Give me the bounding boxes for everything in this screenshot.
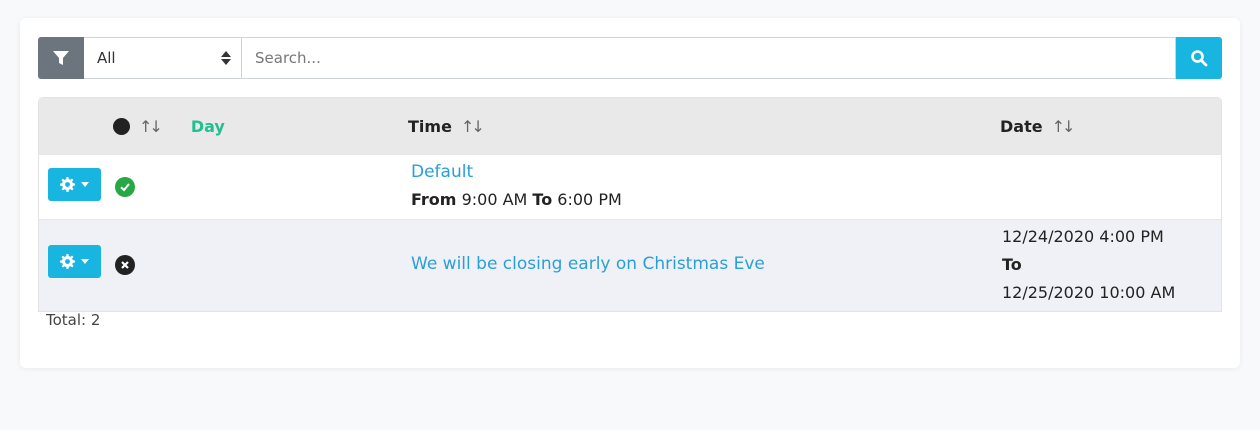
- schedule-link[interactable]: We will be closing early on Christmas Ev…: [411, 251, 765, 278]
- header-day: ↑↓ Day: [113, 98, 225, 154]
- row-actions-button[interactable]: [48, 168, 101, 201]
- sort-icon[interactable]: ↑↓: [1052, 117, 1076, 136]
- search-input[interactable]: [242, 37, 1176, 79]
- filter-select-value: All: [97, 49, 116, 67]
- from-time: 9:00 AM: [461, 190, 528, 209]
- search-icon: [1191, 50, 1208, 67]
- time-cell: We will be closing early on Christmas Ev…: [411, 251, 765, 278]
- header-time[interactable]: Time ↑↓: [408, 98, 485, 154]
- schedule-link[interactable]: Default: [411, 159, 622, 186]
- filter-icon: [53, 51, 69, 65]
- header-day-label[interactable]: Day: [191, 117, 225, 136]
- search-button[interactable]: [1176, 37, 1222, 79]
- time-cell: Default From 9:00 AM To 6:00 PM: [411, 159, 622, 213]
- date-cell: 12/24/2020 4:00 PM To 12/25/2020 10:00 A…: [1002, 223, 1175, 307]
- table-row: Default From 9:00 AM To 6:00 PM: [39, 154, 1221, 219]
- check-circle-icon: [115, 177, 135, 197]
- filter-button[interactable]: [38, 37, 84, 79]
- date-end: 12/25/2020 10:00 AM: [1002, 283, 1176, 302]
- schedule-table: ↑↓ Day Time ↑↓ Date ↑↓ Default From 9:00…: [38, 97, 1222, 312]
- schedule-card: All ↑↓ Day Time ↑↓ Date: [20, 18, 1240, 368]
- to-time: 6:00 PM: [557, 190, 622, 209]
- from-label: From: [411, 190, 457, 209]
- chevron-down-icon: [81, 182, 89, 187]
- gear-icon: [60, 254, 75, 269]
- row-actions-button[interactable]: [48, 245, 101, 278]
- total-count: Total: 2: [46, 311, 101, 329]
- x-circle-icon: [115, 255, 135, 275]
- table-header: ↑↓ Day Time ↑↓ Date ↑↓: [39, 98, 1221, 154]
- status-dot-icon: [113, 117, 130, 135]
- time-range: From 9:00 AM To 6:00 PM: [411, 186, 622, 213]
- sort-icon[interactable]: ↑↓: [461, 117, 485, 136]
- chevron-down-icon: [81, 259, 89, 264]
- table-row: We will be closing early on Christmas Ev…: [39, 219, 1221, 311]
- select-arrows-icon: [221, 51, 231, 65]
- filter-toolbar: All: [38, 37, 1222, 79]
- header-time-label[interactable]: Time: [408, 117, 452, 136]
- date-to-label: To: [1002, 255, 1022, 274]
- header-date-label[interactable]: Date: [1000, 117, 1043, 136]
- header-date[interactable]: Date ↑↓: [1000, 98, 1076, 154]
- date-start: 12/24/2020 4:00 PM: [1002, 227, 1164, 246]
- gear-icon: [60, 177, 75, 192]
- filter-select[interactable]: All: [84, 37, 242, 79]
- to-label: To: [532, 190, 553, 209]
- sort-icon[interactable]: ↑↓: [139, 117, 163, 136]
